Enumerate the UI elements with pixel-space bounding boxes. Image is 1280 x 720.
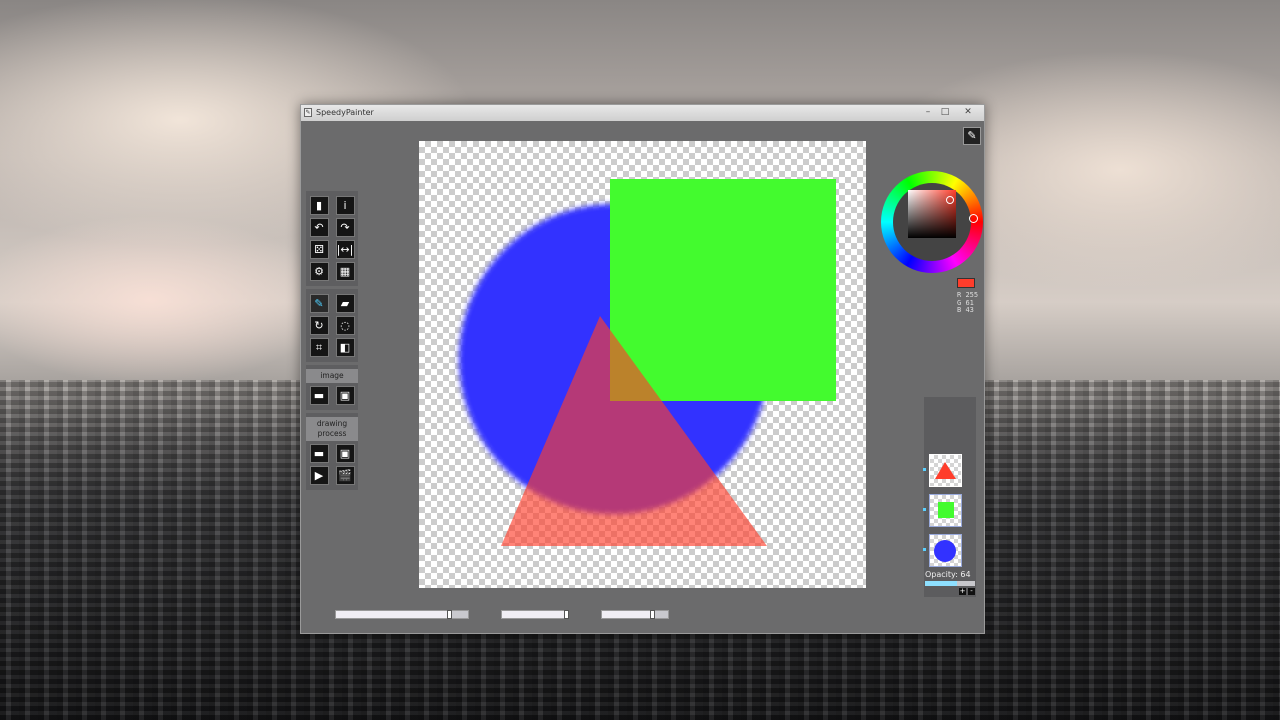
process-save-button[interactable]: ▣ [335,444,355,463]
folder-icon: ▬ [313,389,325,402]
image-save-button[interactable]: ▣ [335,386,355,405]
save-icon: ▣ [339,389,351,402]
info-icon: i [343,199,347,212]
brush-icon: ✎ [314,297,324,310]
crop-button[interactable]: ⌗ [309,338,329,357]
toolbox: ▮ i ↶ ↷ ⚄ |↔| ⚙ ▦ ✎ ▰ ↻ ◌ ⌗ ◧ image ▬ ▣ drawing proce… [306,191,358,493]
tool-row: ▬ ▣ [306,444,358,463]
clapper-icon: 🎬 [338,469,352,482]
lasso-icon: ◌ [340,319,350,332]
tool-row: ▶ 🎬 [306,466,358,485]
tool-row: ▮ i [306,196,358,215]
image-tool-group: image ▬ ▣ [306,365,358,410]
resize-icon: |↔| [336,243,354,256]
mirror-button[interactable]: ◧ [335,338,355,357]
app-icon: ✎ [304,108,312,117]
brush-opacity-slider[interactable] [501,610,569,619]
crop-icon: ⌗ [315,341,323,354]
undo-button[interactable]: ↶ [309,218,329,237]
b-value: 43 [965,306,974,314]
save-icon: ▣ [339,447,351,460]
file-tool-group: ▮ i ↶ ↷ ⚄ |↔| ⚙ ▦ [306,191,358,286]
brush-mode-button[interactable]: ✎ [963,127,981,145]
brush-hardness-slider[interactable] [601,610,669,619]
eraser-button[interactable]: ▰ [335,294,355,313]
mirror-icon: ◧ [339,341,351,354]
square-thumbnail-icon [938,502,954,518]
layer-opacity-slider[interactable] [925,581,975,586]
tool-row: ↻ ◌ [306,316,358,335]
brush-button[interactable]: ✎ [309,294,329,313]
add-layer-button[interactable]: + [959,588,966,595]
layer-visibility-dot[interactable] [923,468,926,471]
paintbrush-icon: ✎ [967,129,977,142]
rotate-icon: ↻ [314,319,324,332]
canvas-size-button[interactable]: |↔| [335,240,355,259]
maximize-button[interactable]: □ [938,106,952,118]
brush-size-slider[interactable] [335,610,469,619]
current-color-swatch [957,278,975,288]
tool-row: ⚙ ▦ [306,262,358,281]
b-label: B [957,306,962,314]
tool-row: ↶ ↷ [306,218,358,237]
window-title: SpeedyPainter [316,108,374,117]
lasso-button[interactable]: ◌ [335,316,355,335]
circle-thumbnail-icon [934,540,956,562]
layers-panel: Opacity: 64 + - [923,397,976,597]
minimize-button[interactable]: – [921,106,935,118]
hue-color-wheel[interactable] [881,171,983,273]
rotate-button[interactable]: ↻ [309,316,329,335]
random-button[interactable]: ⚄ [309,240,329,259]
layer-opacity-fill [925,581,957,586]
r-label: R [957,291,962,299]
tool-row: ⚄ |↔| [306,240,358,259]
green-square-shape [610,179,836,401]
tool-row: ✎ ▰ [306,294,358,313]
remove-layer-button[interactable]: - [968,588,975,595]
app-window: ✎ SpeedyPainter – □ ✕ ✎ ▮ i ↶ ↷ ⚄ |↔| ⚙ ▦ ✎ ▰ ↻ ◌ ⌗… [300,104,985,634]
reference-button[interactable]: ▦ [335,262,355,281]
process-play-button[interactable]: ▶ [309,466,329,485]
process-record-button[interactable]: 🎬 [335,466,355,485]
drawing-canvas[interactable] [419,141,866,588]
redo-button[interactable]: ↷ [335,218,355,237]
hue-picker-handle[interactable] [969,214,978,223]
layer-circle-thumbnail[interactable] [929,534,962,567]
drawing-tool-group: ✎ ▰ ↻ ◌ ⌗ ◧ [306,289,358,362]
undo-icon: ↶ [314,221,324,234]
process-open-button[interactable]: ▬ [309,444,329,463]
new-document-button[interactable]: ▮ [309,196,329,215]
about-button[interactable]: i [335,196,355,215]
tool-row: ▬ ▣ [306,386,358,405]
layer-triangle-thumbnail[interactable] [929,454,962,487]
title-bar[interactable]: ✎ SpeedyPainter – □ ✕ [301,105,984,121]
close-button[interactable]: ✕ [959,106,977,118]
drawing-process-section-label: drawing process [306,417,358,441]
folder-icon: ▬ [313,447,325,460]
canvas-artwork [459,179,836,546]
play-icon: ▶ [314,469,324,482]
rgb-readout: R 255 G 61 B 43 [957,291,979,315]
settings-button[interactable]: ⚙ [309,262,329,281]
layer-visibility-dot[interactable] [923,508,926,511]
image-open-button[interactable]: ▬ [309,386,329,405]
r-value: 255 [965,291,979,299]
process-tool-group: drawing process ▬ ▣ ▶ 🎬 [306,413,358,490]
layer-visibility-dot[interactable] [923,548,926,551]
saturation-value-square[interactable] [908,190,956,238]
sv-picker-handle[interactable] [946,196,954,204]
dice-icon: ⚄ [314,243,324,256]
image-section-label: image [306,369,358,383]
document-icon: ▮ [315,199,323,212]
layer-square-thumbnail[interactable] [929,494,962,527]
brush-sliders [335,610,675,620]
tool-row: ⌗ ◧ [306,338,358,357]
gear-icon: ⚙ [314,265,324,278]
redo-icon: ↷ [340,221,350,234]
gallery-icon: ▦ [339,265,351,278]
triangle-thumbnail-icon [935,462,956,479]
eraser-icon: ▰ [340,297,350,310]
layer-opacity-label: Opacity: 64 [925,570,971,579]
